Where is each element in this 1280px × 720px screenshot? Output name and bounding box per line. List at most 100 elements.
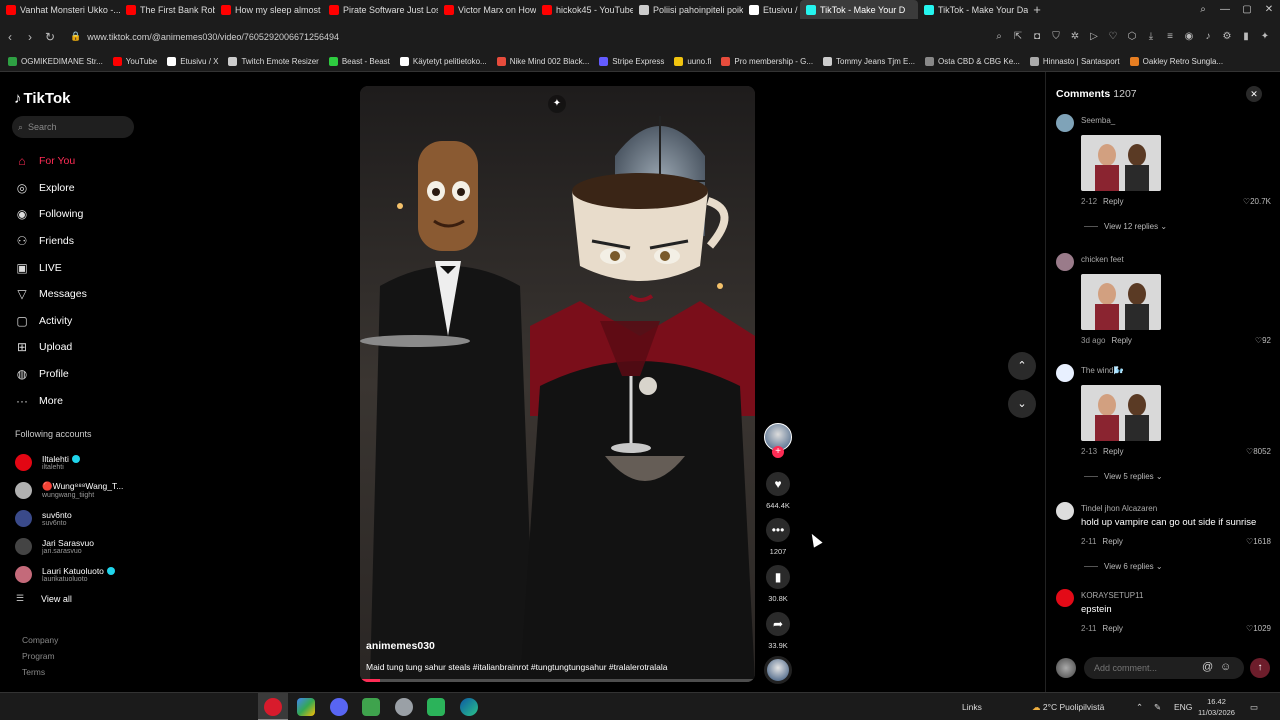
footer-program[interactable]: Program bbox=[22, 648, 58, 664]
nav-item-profile[interactable]: ◍ Profile bbox=[14, 361, 87, 388]
view-replies-button[interactable]: View 5 replies ⌄ bbox=[1084, 472, 1163, 481]
weather-widget[interactable]: ☁ 2°C Puolipilvistä bbox=[1032, 693, 1104, 720]
share-arrow-icon[interactable]: ➦ bbox=[766, 612, 790, 636]
view-replies-button[interactable]: View 6 replies ⌄ bbox=[1084, 562, 1163, 571]
view-all-link[interactable]: ☰ View all bbox=[16, 593, 72, 604]
close-window-icon[interactable]: ✕ bbox=[1258, 0, 1280, 19]
play-app-icon[interactable] bbox=[427, 698, 445, 716]
browser-tab[interactable]: TikTok - Make Your Day bbox=[918, 0, 1028, 19]
settings-icon[interactable]: ⚙ bbox=[1220, 30, 1234, 44]
chevron-up-icon[interactable]: ⌃ bbox=[1008, 352, 1036, 380]
menu-icon[interactable]: ≡ bbox=[1163, 30, 1177, 44]
nav-item-following[interactable]: ◉ Following bbox=[14, 201, 87, 228]
close-icon[interactable]: ✕ bbox=[1246, 86, 1262, 102]
send-icon[interactable]: ↑ bbox=[1250, 658, 1270, 678]
commenter-name[interactable]: chicken feet bbox=[1081, 255, 1124, 264]
new-tab-icon[interactable]: + bbox=[1028, 2, 1046, 17]
url-field[interactable]: 🔒 www.tiktok.com/@animemes030/video/7605… bbox=[70, 31, 339, 42]
comment-image[interactable] bbox=[1081, 135, 1161, 191]
tiktok-logo[interactable]: ♪ TikTok bbox=[14, 90, 70, 107]
back-icon[interactable]: ‹ bbox=[0, 30, 20, 44]
bookmark-item[interactable]: Osta CBD & CBG Ke... bbox=[925, 57, 1020, 66]
following-account[interactable]: 🔴Wung⁸⁸⁸Wang_T... wungwang_tiight bbox=[15, 476, 123, 504]
following-account[interactable]: Jari Sarasvuo jari.sarasvuo bbox=[15, 532, 123, 560]
commenter-avatar[interactable] bbox=[1056, 589, 1074, 607]
video-author[interactable]: animemes030 bbox=[366, 640, 435, 652]
bookmark-item[interactable]: Stripe Express bbox=[599, 57, 664, 66]
box-icon[interactable]: ⬡ bbox=[1125, 30, 1139, 44]
comment-action[interactable]: ••• 1207 bbox=[762, 518, 794, 556]
browser-tab[interactable]: The First Bank Robber to bbox=[120, 0, 215, 19]
camera-icon[interactable]: ◘ bbox=[1030, 30, 1044, 44]
nav-item-more[interactable]: ··· More bbox=[14, 387, 87, 414]
profile-icon[interactable]: ◉ bbox=[1182, 30, 1196, 44]
comment-image[interactable] bbox=[1081, 385, 1161, 441]
reload-icon[interactable]: ↻ bbox=[40, 30, 60, 44]
commenter-avatar[interactable] bbox=[1056, 502, 1074, 520]
extensions-icon[interactable]: ✲ bbox=[1068, 30, 1082, 44]
tray-chevron-icon[interactable]: ⌃ bbox=[1136, 693, 1143, 720]
save-action[interactable]: ▮ 30.8K bbox=[762, 565, 794, 603]
bookmark-item[interactable]: Oakley Retro Sungla... bbox=[1129, 57, 1223, 66]
notifications-icon[interactable]: ▭ bbox=[1250, 693, 1258, 720]
heart-icon[interactable]: ♥ bbox=[766, 472, 790, 496]
follow-plus-icon[interactable]: + bbox=[772, 446, 784, 458]
bookmark-item[interactable]: Etusivu / X bbox=[167, 57, 218, 66]
game-app-icon[interactable] bbox=[362, 698, 380, 716]
like-action[interactable]: ♥ 644.4K bbox=[762, 472, 794, 510]
following-account[interactable]: suv6nto suv6nto bbox=[15, 504, 123, 532]
bookmark-item[interactable]: Hinnasto | Santasport bbox=[1029, 57, 1120, 66]
ai-icon[interactable]: ✦ bbox=[1258, 30, 1272, 44]
nav-item-live[interactable]: ▣ LIVE bbox=[14, 254, 87, 281]
commenter-avatar[interactable] bbox=[1056, 114, 1074, 132]
comment-like[interactable]: ♡92 bbox=[1226, 336, 1271, 345]
bookmark-item[interactable]: Beast - Beast bbox=[328, 57, 390, 66]
comment-like[interactable]: ♡1618 bbox=[1226, 537, 1271, 546]
following-account[interactable]: Lauri Katuoluoto laurikatuoluoto bbox=[15, 560, 123, 588]
video-player[interactable]: ✦ animemes030 Maid tung tung sahur steal… bbox=[360, 86, 755, 682]
view-replies-button[interactable]: View 12 replies ⌄ bbox=[1084, 222, 1167, 231]
bookmark-item[interactable]: Pro membership - G... bbox=[721, 57, 813, 66]
app-icon[interactable] bbox=[297, 698, 315, 716]
reply-button[interactable]: Reply bbox=[1103, 447, 1123, 456]
nav-item-for-you[interactable]: ⌂ For You bbox=[14, 148, 87, 175]
share-action[interactable]: ➦ 33.9K bbox=[762, 612, 794, 650]
search-input[interactable]: ⌕ Search bbox=[12, 116, 134, 138]
clock[interactable]: 16.42 11/03/2026 bbox=[1198, 696, 1235, 718]
commenter-avatar[interactable] bbox=[1056, 253, 1074, 271]
commenter-name[interactable]: Seemba_ bbox=[1081, 116, 1115, 125]
bookmark-item[interactable]: Nike Mind 002 Black... bbox=[496, 57, 589, 66]
browser-tab[interactable]: Victor Marx on How Big bbox=[438, 0, 536, 19]
bookmark-icon[interactable]: ▮ bbox=[766, 565, 790, 589]
language-indicator[interactable]: ENG bbox=[1174, 693, 1192, 720]
comment-icon[interactable]: ••• bbox=[766, 518, 790, 542]
video-progress-bar[interactable] bbox=[360, 679, 755, 682]
nav-item-friends[interactable]: ⚇ Friends bbox=[14, 228, 87, 255]
comment-image[interactable] bbox=[1081, 274, 1161, 330]
nav-item-messages[interactable]: ▽ Messages bbox=[14, 281, 86, 308]
links-toolbar[interactable]: Links bbox=[962, 693, 982, 720]
download-icon[interactable]: ⤓ bbox=[1144, 30, 1158, 44]
sidebar-icon[interactable]: ▮ bbox=[1239, 30, 1253, 44]
shield-icon[interactable]: ⛉ bbox=[1049, 30, 1063, 44]
pen-icon[interactable]: ✎ bbox=[1154, 693, 1161, 720]
minimize-icon[interactable]: — bbox=[1214, 0, 1236, 19]
bookmark-item[interactable]: YouTube bbox=[112, 57, 157, 66]
bookmark-item[interactable]: Käytetyt pelitietoko... bbox=[399, 57, 487, 66]
browser-tab[interactable]: TikTok - Make Your D bbox=[800, 0, 918, 19]
nav-item-activity[interactable]: ▢ Activity bbox=[14, 308, 87, 335]
commenter-name[interactable]: Tindel jhon Alcazaren bbox=[1081, 504, 1157, 513]
footer-terms[interactable]: Terms bbox=[22, 664, 58, 680]
bookmark-item[interactable]: Tommy Jeans Tjm E... bbox=[823, 57, 915, 66]
nav-item-explore[interactable]: ◎ Explore bbox=[14, 175, 87, 202]
comment-like[interactable]: ♡8052 bbox=[1226, 447, 1271, 456]
play-icon[interactable]: ▷ bbox=[1087, 30, 1101, 44]
zoom-icon[interactable]: ⌕ bbox=[992, 30, 1006, 44]
browser-tab[interactable]: Pirate Software Just Lost bbox=[323, 0, 438, 19]
maximize-icon[interactable]: ▢ bbox=[1236, 0, 1258, 19]
reply-button[interactable]: Reply bbox=[1103, 197, 1123, 206]
browser-tab[interactable]: hickok45 - YouTube bbox=[536, 0, 633, 19]
tiktok-ext-icon[interactable]: ♪ bbox=[1201, 30, 1215, 44]
reply-button[interactable]: Reply bbox=[1102, 537, 1122, 546]
chevron-down-icon[interactable]: ⌄ bbox=[1008, 390, 1036, 418]
